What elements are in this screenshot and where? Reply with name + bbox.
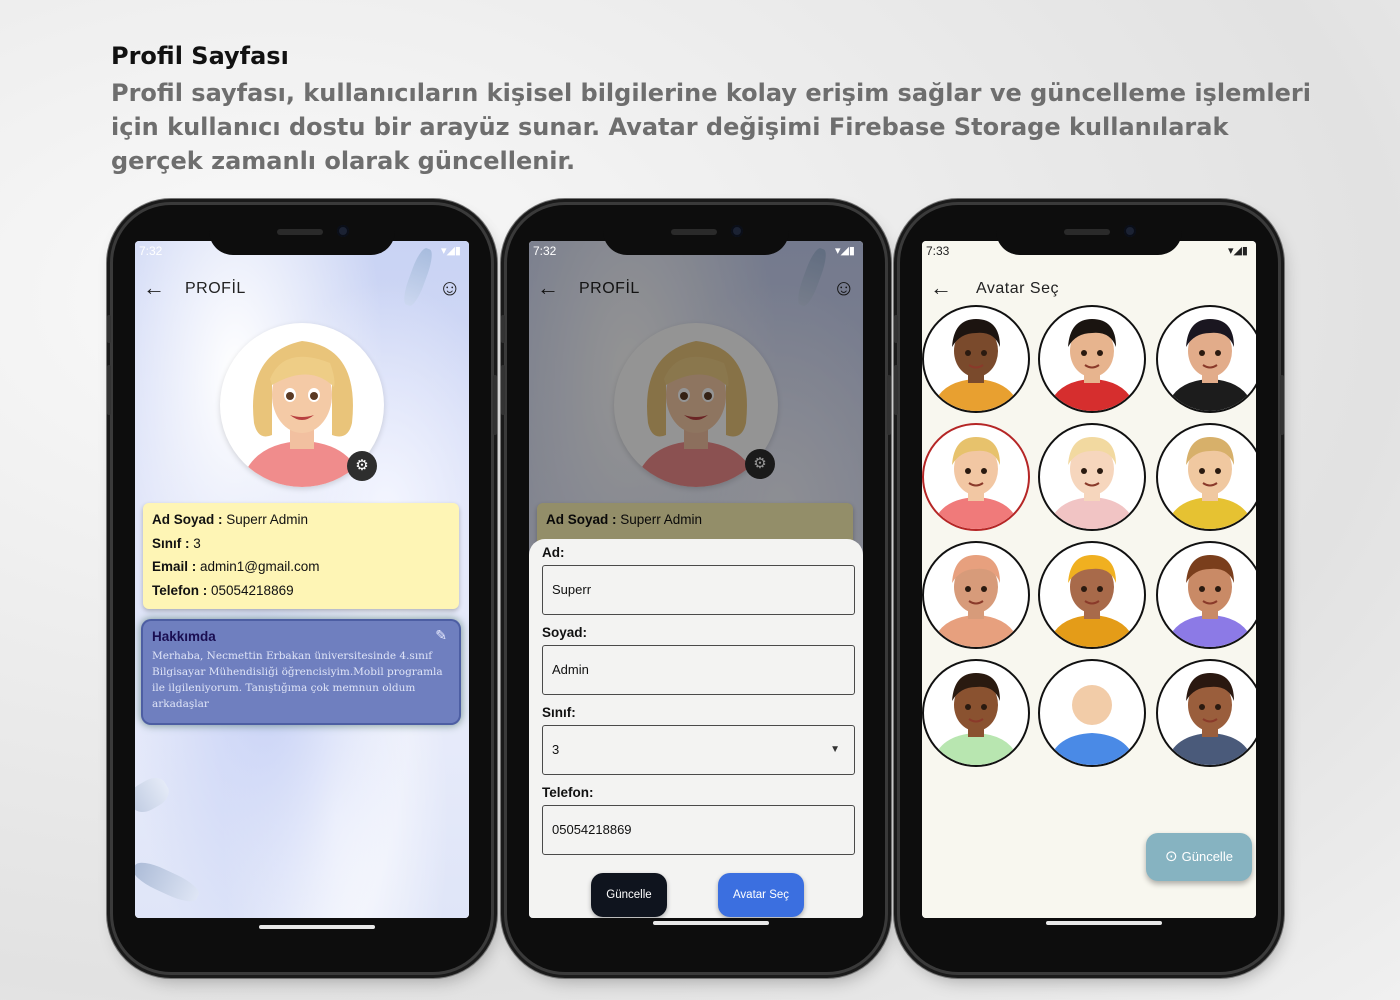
page-title: Profil Sayfası: [111, 42, 289, 70]
phone-label: Telefon:: [542, 785, 594, 800]
class-dropdown-value: 3: [552, 742, 560, 757]
camera-notch: [603, 211, 789, 255]
avatar-option[interactable]: [1038, 541, 1146, 649]
first-name-field[interactable]: Superr: [542, 565, 855, 615]
edit-avatar-gear-icon[interactable]: ⚙: [347, 451, 377, 481]
avatar-option[interactable]: [1156, 305, 1256, 413]
edit-pencil-icon[interactable]: ✎: [435, 627, 447, 644]
avatar-option[interactable]: [1156, 423, 1256, 531]
class-dropdown[interactable]: 3 ▼: [542, 725, 855, 775]
info-row-name: Ad Soyad : Superr Admin: [152, 512, 309, 527]
check-circle-icon: ⊙: [1165, 848, 1178, 865]
info-row-class: Sınıf : 3: [152, 535, 201, 551]
avatar-option[interactable]: [922, 541, 1030, 649]
info-row-email: Email : admin1@gmail.com: [152, 559, 320, 574]
page-description: Profil sayfası, kullanıcıların kişisel b…: [111, 79, 1311, 175]
last-name-label: Soyad:: [542, 625, 588, 640]
choose-avatar-button[interactable]: Avatar Seç: [718, 873, 804, 917]
home-indicator: [1046, 921, 1162, 925]
info-row-phone: Telefon : 05054218869: [152, 582, 294, 598]
info-card: Ad Soyad : Superr Admin Sınıf : 3 Email …: [143, 503, 459, 609]
app-bar: ← PROFİL ☺: [135, 271, 469, 315]
avatar-option[interactable]: [1156, 659, 1256, 767]
profile-screen: 7:32 ▾◢▮ ← PROFİL ☺ ⚙ Ad Soyad : Superr …: [135, 241, 469, 918]
edit-profile-screen: 7:32 ▾◢▮ ← PROFİL ☺ ⚙ Ad Soyad : Superr …: [529, 241, 863, 918]
back-arrow-icon[interactable]: ←: [143, 275, 165, 301]
avatar-option[interactable]: [1156, 541, 1256, 649]
status-icons: ▾◢▮: [1227, 245, 1248, 257]
app-bar: ← Avatar Seç: [922, 271, 1256, 315]
appbar-title: Avatar Seç: [976, 280, 1059, 297]
avatar-option[interactable]: [922, 659, 1030, 767]
avatar-option[interactable]: [922, 423, 1030, 531]
first-name-label: Ad:: [542, 545, 565, 560]
phone-avatar-picker: 7:33 ▾◢▮ ← Avatar Seç ⊙ Güncelle: [894, 205, 1284, 972]
dropdown-caret-icon: ▼: [830, 744, 840, 755]
back-arrow-icon[interactable]: ←: [930, 275, 952, 301]
avatar-picker-screen: 7:33 ▾◢▮ ← Avatar Seç ⊙ Güncelle: [922, 241, 1256, 918]
about-card: Hakkımda ✎ Merhaba, Necmettin Erbakan ün…: [143, 621, 459, 723]
status-icons: ▾◢▮: [834, 245, 855, 257]
appbar-title: PROFİL: [185, 280, 246, 297]
avatar-option[interactable]: [1038, 659, 1146, 767]
update-fab[interactable]: ⊙ Güncelle: [1146, 833, 1252, 881]
status-time: 7:32: [139, 244, 163, 258]
smiley-icon[interactable]: ☺: [439, 275, 461, 301]
update-button[interactable]: Güncelle: [591, 873, 667, 917]
camera-notch: [996, 211, 1182, 255]
phone-profile: 7:32 ▾◢▮ ← PROFİL ☺ ⚙ Ad Soyad : Superr …: [107, 205, 497, 972]
camera-notch: [209, 211, 395, 255]
about-text: Merhaba, Necmettin Erbakan üniversitesin…: [152, 650, 443, 710]
last-name-field[interactable]: Admin: [542, 645, 855, 695]
avatar-option[interactable]: [1038, 423, 1146, 531]
status-time: 7:33: [926, 244, 950, 258]
edit-bottom-sheet: Ad: Superr Soyad: Admin Sınıf: 3 ▼ Telef…: [529, 539, 863, 918]
class-label: Sınıf:: [542, 705, 576, 720]
phone-edit-profile: 7:32 ▾◢▮ ← PROFİL ☺ ⚙ Ad Soyad : Superr …: [501, 205, 891, 972]
home-indicator: [259, 925, 375, 929]
avatar-option[interactable]: [922, 305, 1030, 413]
about-title: Hakkımda: [152, 629, 216, 644]
phone-field[interactable]: 05054218869: [542, 805, 855, 855]
update-fab-label: Güncelle: [1181, 849, 1233, 864]
home-indicator: [653, 921, 769, 925]
status-time: 7:32: [533, 244, 557, 258]
page-header: Profil Sayfası Profil sayfası, kullanıcı…: [111, 42, 1311, 178]
avatar-option[interactable]: [1038, 305, 1146, 413]
status-icons: ▾◢▮: [440, 245, 461, 257]
